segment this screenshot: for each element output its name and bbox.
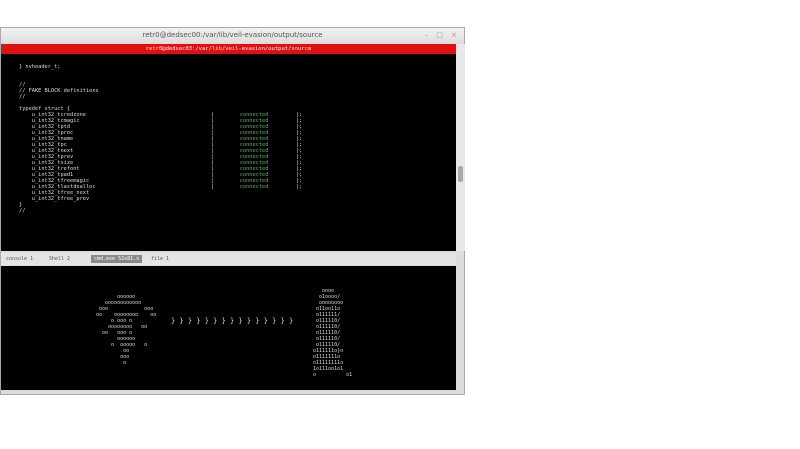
- tab-console-1[interactable]: console 1: [3, 255, 36, 263]
- tab-shell-2[interactable]: Shell 2: [46, 255, 73, 263]
- terminal-output[interactable]: } nvheader_t; //// FAKE BLOCK definition…: [1, 54, 456, 251]
- tab-file-1[interactable]: file 1: [148, 255, 172, 263]
- scrollbar[interactable]: [456, 44, 465, 251]
- terminal-window: retr0@dedsec00:/var/lib/veil-evasion/out…: [0, 27, 465, 395]
- ascii-art-right: oooo o1oooo/ oooooooo o11oo11o o111111/ …: [313, 288, 353, 378]
- status-connected: connected: [239, 184, 269, 190]
- ascii-art-pane: oooooo oooooooooooo ooo ooo oo oooooooo …: [1, 266, 456, 390]
- window-controls[interactable]: – □ ×: [425, 28, 460, 43]
- tab-cmd-exe[interactable]: cmd.exe 52x81.x: [91, 255, 143, 263]
- scrollbar-thumb[interactable]: [458, 166, 463, 182]
- tab-bar: console 1 Shell 2 cmd.exe 52x81.x file 1: [1, 253, 456, 265]
- field-name: u_int32_tfree_prev: [19, 196, 90, 202]
- window-titlebar[interactable]: retr0@dedsec00:/var/lib/veil-evasion/out…: [1, 28, 464, 43]
- code-line: //: [19, 208, 26, 214]
- ascii-art-arrows: } } } } } } } } } } } } } } }: [171, 317, 294, 325]
- ascii-art-left: oooooo oooooooooooo ooo ooo oo oooooooo …: [96, 294, 157, 366]
- terminal-title-bar: retr0@dedsec03:/var/lib/veil-evasion/out…: [1, 44, 456, 54]
- window-title: retr0@dedsec00:/var/lib/veil-evasion/out…: [142, 31, 323, 39]
